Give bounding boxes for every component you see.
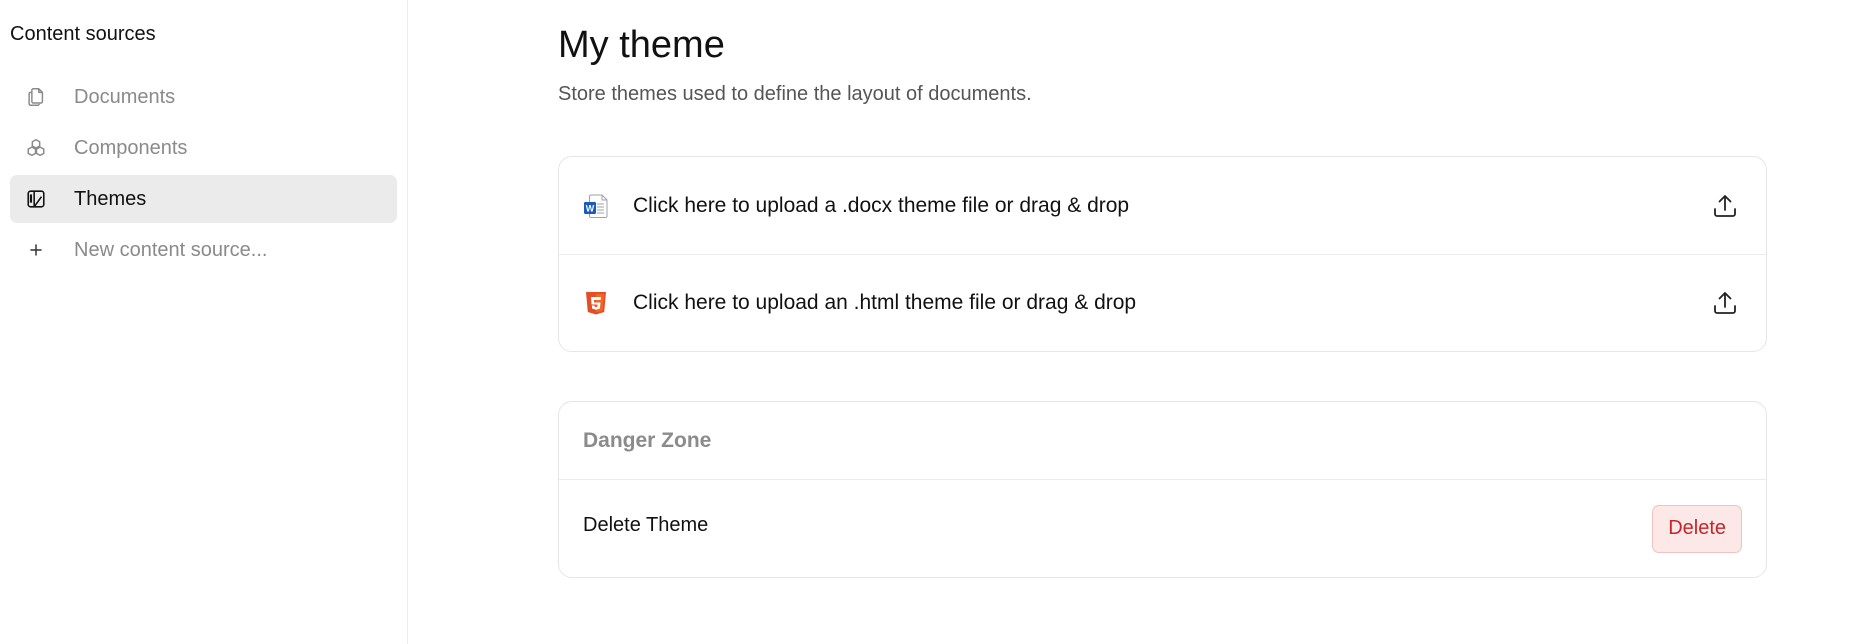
delete-button[interactable]: Delete: [1652, 504, 1742, 553]
page-title: My theme: [558, 24, 725, 66]
danger-zone-title: Danger Zone: [559, 402, 1766, 480]
new-content-source-button[interactable]: New content source...: [10, 226, 397, 274]
upload-html-dropzone[interactable]: Click here to upload an .html theme file…: [559, 254, 1766, 351]
sidebar-item-documents[interactable]: Documents: [10, 73, 397, 121]
word-file-icon: W: [583, 193, 609, 219]
delete-theme-label: Delete Theme: [583, 514, 709, 536]
upload-icon[interactable]: [1709, 190, 1741, 222]
sidebar-item-themes[interactable]: Themes: [10, 175, 397, 223]
plus-icon: [24, 238, 48, 262]
components-icon: [24, 136, 48, 160]
sidebar-item-components[interactable]: Components: [10, 124, 397, 172]
page-subtitle: Store themes used to define the layout o…: [558, 83, 1032, 105]
app: Content sources Documents Components The…: [0, 0, 1875, 644]
danger-zone-card: Danger Zone Delete Theme Delete: [558, 401, 1767, 578]
upload-docx-dropzone[interactable]: W Click here to upload a .docx theme fil…: [559, 157, 1766, 254]
html5-icon: [583, 290, 609, 316]
sidebar: Content sources Documents Components The…: [0, 0, 408, 644]
upload-docx-label: Click here to upload a .docx theme file …: [633, 193, 1130, 217]
sidebar-item-label: Documents: [74, 85, 176, 108]
sidebar-title: Content sources: [10, 23, 156, 45]
delete-theme-row: Delete Theme Delete: [559, 480, 1766, 577]
upload-html-label: Click here to upload an .html theme file…: [633, 291, 1137, 314]
sidebar-item-label: New content source...: [74, 238, 268, 261]
documents-icon: [24, 85, 48, 109]
content-area: My theme Store themes used to define the…: [558, 0, 1767, 578]
upload-icon[interactable]: [1709, 287, 1741, 319]
upload-card: W Click here to upload a .docx theme fil…: [558, 156, 1767, 352]
svg-text:W: W: [586, 203, 595, 213]
main-content: My theme Store themes used to define the…: [408, 0, 1875, 644]
sidebar-item-label: Components: [74, 136, 188, 159]
themes-icon: [24, 187, 48, 211]
sidebar-item-label: Themes: [74, 187, 147, 210]
